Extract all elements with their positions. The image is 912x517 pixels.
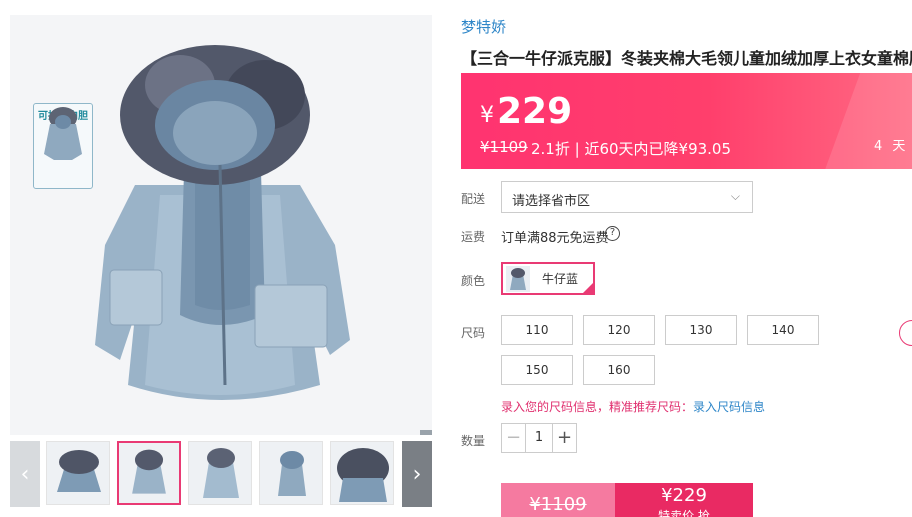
countdown: 4 天 1 — [874, 139, 912, 154]
buy-subtitle: 特卖价 抢 — [658, 509, 710, 517]
chevron-down-icon: ⌵ — [730, 189, 740, 203]
quantity-input[interactable]: 1 — [526, 424, 552, 452]
color-label: 颜色 — [461, 274, 486, 288]
help-icon[interactable]: ? — [605, 226, 620, 241]
magnifier-icon: ⚲ — [427, 433, 432, 435]
thumbnail-prev-button[interactable]: ‹ — [10, 441, 40, 507]
brand-link[interactable]: 梦特娇 — [461, 16, 506, 37]
chevron-left-icon: ‹ — [20, 461, 30, 487]
zoom-button[interactable]: ⚲ — [420, 430, 432, 435]
enter-size-link[interactable]: 录入尺码信息 — [693, 400, 765, 414]
product-page: 可拆卸内胆 ⚲ ‹ — [0, 0, 912, 517]
quantity-label: 数量 — [461, 434, 486, 448]
size-chart-toggle[interactable] — [899, 320, 912, 346]
buy-now-button[interactable]: ¥229 特卖价 抢 — [615, 483, 753, 517]
size-option[interactable]: 110 — [501, 315, 573, 345]
discount-info: 2.1折 | 近60天内已降¥93.05 — [531, 140, 732, 158]
quantity-increase-button[interactable]: + — [552, 424, 576, 452]
product-title: 【三合一牛仔派克服】冬装夹棉大毛领儿童加绒加厚上衣女童棉服 — [461, 49, 912, 68]
thumbnail-next-button[interactable]: › — [402, 441, 432, 507]
color-option-selected[interactable]: 牛仔蓝 — [501, 262, 595, 295]
thumbnail-strip: ‹ › — [10, 441, 432, 507]
quantity-stepper: − 1 + — [501, 423, 577, 453]
color-option-label: 牛仔蓝 — [542, 272, 579, 286]
thumbnail-image — [278, 451, 306, 496]
selected-check-icon — [581, 281, 595, 295]
thumbnail[interactable] — [259, 441, 323, 505]
size-hint-text: 录入您的尺码信息，精准推荐尺码： — [501, 400, 694, 414]
sale-price: 229 — [497, 91, 573, 132]
buy-price: ¥229 — [661, 485, 707, 506]
thumbnail-image — [203, 448, 239, 498]
size-hint: 录入您的尺码信息，精准推荐尺码：录入尺码信息 — [501, 398, 765, 415]
thumbnail[interactable] — [330, 441, 394, 505]
shipping-info: 订单满88元免运费 — [501, 231, 609, 246]
currency-symbol: ¥ — [480, 103, 494, 128]
delivery-region-select[interactable]: 请选择省市区 ⌵ — [501, 181, 753, 213]
original-price: ¥1109 — [480, 138, 528, 156]
size-option[interactable]: 130 — [665, 315, 737, 345]
size-option[interactable]: 160 — [583, 355, 655, 385]
thumbnail[interactable] — [46, 441, 110, 505]
main-product-image[interactable]: 可拆卸内胆 ⚲ — [10, 15, 432, 435]
price-panel: ¥ 229 ¥1109 2.1折 | 近60天内已降¥93.05 4 天 1 — [461, 73, 912, 169]
detachable-liner-badge: 可拆卸内胆 — [33, 103, 93, 189]
thumbnail-active[interactable] — [117, 441, 181, 505]
size-option[interactable]: 150 — [501, 355, 573, 385]
size-label: 尺码 — [461, 326, 486, 340]
thumbnail[interactable] — [188, 441, 252, 505]
thumbnail-image — [132, 449, 166, 494]
thumbnail-image — [57, 450, 101, 492]
jacket-illustration — [95, 45, 350, 400]
size-option[interactable]: 120 — [583, 315, 655, 345]
badge-jacket-icon — [44, 107, 82, 160]
shipping-label: 运费 — [461, 230, 486, 244]
color-swatch — [506, 265, 530, 292]
color-swatch-image — [510, 267, 526, 290]
thumbnail-image — [337, 448, 389, 502]
original-price-button[interactable]: ¥1109 — [501, 483, 615, 517]
chevron-right-icon: › — [412, 461, 422, 487]
quantity-decrease-button[interactable]: − — [502, 424, 526, 452]
delivery-placeholder: 请选择省市区 — [512, 194, 591, 209]
delivery-label: 配送 — [461, 192, 486, 206]
size-option[interactable]: 140 — [747, 315, 819, 345]
